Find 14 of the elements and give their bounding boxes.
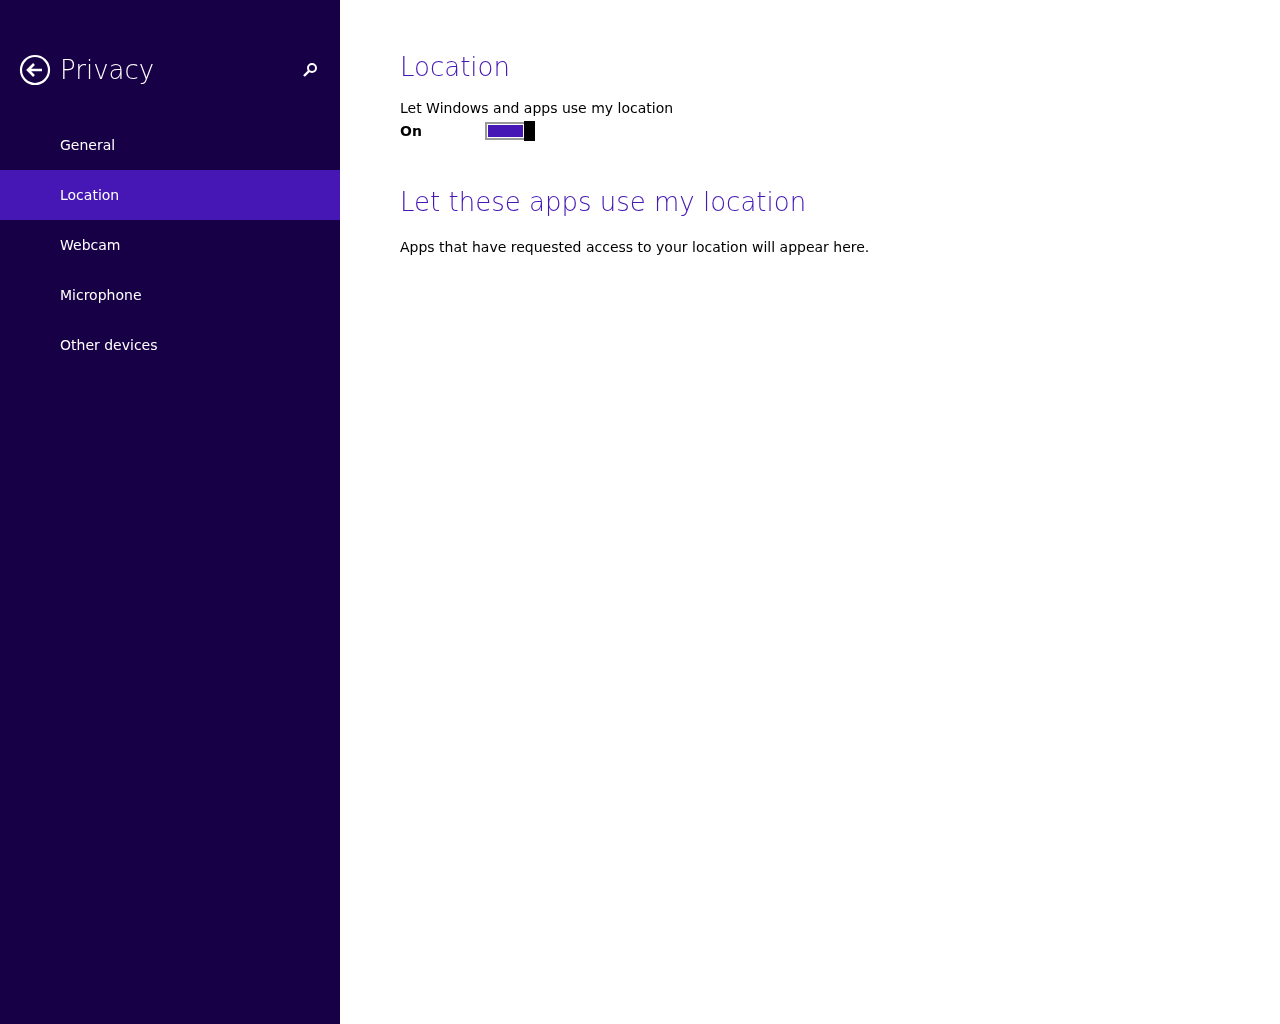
sidebar-item[interactable]: Webcam [0, 220, 340, 270]
section-heading: Let these apps use my location [400, 187, 808, 217]
section-heading: Location [400, 52, 511, 82]
sidebar-item[interactable]: General [0, 120, 340, 170]
sidebar-item[interactable]: Location [0, 170, 340, 220]
toggle-state-text: On [400, 123, 423, 139]
setting-label: Let Windows and apps use my location [400, 100, 675, 116]
toggle-switch[interactable] [485, 122, 535, 140]
info-text: Apps that have requested access to your location will appear here. [400, 239, 870, 255]
back-icon[interactable] [19, 54, 51, 86]
sidebar-item[interactable]: Other devices [0, 320, 340, 370]
search-icon[interactable] [302, 62, 318, 78]
sidebar-title: Privacy [60, 55, 156, 85]
sidebar-item[interactable]: Microphone [0, 270, 340, 320]
